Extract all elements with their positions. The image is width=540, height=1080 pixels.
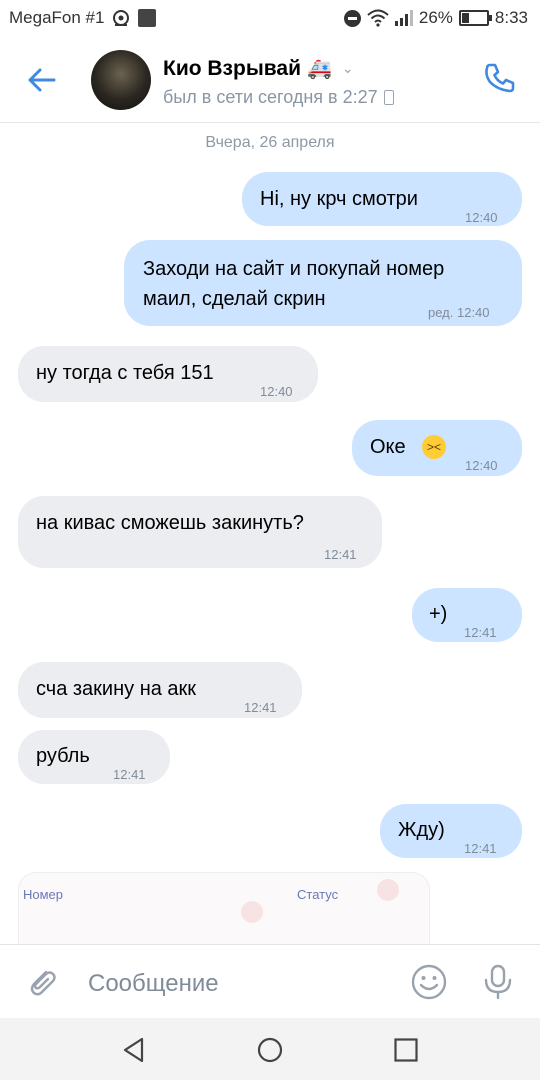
outgoing-message[interactable]: +) 12:41: [412, 588, 522, 642]
attachment-blot: [377, 879, 399, 901]
message-list[interactable]: Вчера, 26 апреля Hi, ну крч смотри 12:40…: [0, 122, 540, 944]
message-time: 12:40: [465, 458, 498, 473]
image-attachment[interactable]: Номер Статус: [18, 872, 430, 944]
system-nav-bar: [0, 1018, 540, 1080]
contact-title[interactable]: Кио Взрывай 🚑 ⌄: [163, 56, 354, 81]
message-text: +): [429, 603, 448, 625]
do-not-disturb-icon: [343, 9, 361, 27]
paperclip-icon[interactable]: [24, 963, 60, 999]
outgoing-message[interactable]: Жду) 12:41: [380, 804, 522, 858]
message-time: 12:41: [244, 700, 277, 715]
nav-back-icon[interactable]: [120, 1036, 148, 1064]
ambulance-emoji: 🚑: [306, 58, 332, 80]
message-text: Оке: [370, 436, 406, 458]
message-text: Жду): [398, 819, 445, 841]
online-status-text: был в сети сегодня в 2:27: [163, 87, 378, 107]
message-time: 12:41: [113, 767, 146, 782]
carrier-name: MegaFon #1: [9, 8, 105, 27]
online-status: был в сети сегодня в 2:27: [163, 87, 394, 108]
chevron-down-icon: ⌄: [341, 60, 354, 76]
status-bar: MegaFon #1 26% 8:33: [0, 0, 540, 36]
attachment-blot: [241, 901, 263, 923]
battery-percent: 26%: [418, 8, 453, 27]
incoming-message[interactable]: ну тогда с тебя 151 12:40: [18, 346, 318, 402]
message-composer: [0, 944, 540, 1019]
avatar[interactable]: [91, 50, 151, 110]
incoming-message[interactable]: рубль 12:41: [18, 730, 170, 784]
phone-call-icon[interactable]: [482, 60, 518, 96]
nav-home-icon[interactable]: [256, 1036, 284, 1064]
smiley-icon[interactable]: [410, 963, 448, 1001]
message-text: ну тогда с тебя 151: [36, 362, 214, 384]
message-time: 12:40: [465, 210, 498, 225]
attachment-column-number: Номер: [23, 887, 64, 902]
message-time: 12:41: [464, 841, 497, 856]
incoming-message[interactable]: на кивас сможешь закинуть? 12:41: [18, 496, 382, 568]
chat-header: Кио Взрывай 🚑 ⌄ был в сети сегодня в 2:2…: [0, 36, 540, 123]
attachment-column-status: Статус: [297, 887, 339, 902]
outgoing-message[interactable]: Hi, ну крч смотри 12:40: [242, 172, 522, 226]
message-time: 12:41: [324, 547, 357, 562]
message-text: сча закину на акк: [36, 678, 197, 700]
grinning-squinting-face-icon: ><: [422, 435, 446, 459]
message-text: Hi, ну крч смотри: [260, 188, 418, 210]
wifi-icon: [367, 9, 389, 27]
clock: 8:33: [494, 8, 528, 27]
battery-icon: [458, 10, 492, 26]
nav-recent-apps-icon[interactable]: [392, 1036, 420, 1064]
microphone-icon[interactable]: [480, 963, 516, 1001]
message-time: 12:40: [260, 384, 293, 399]
message-time: 12:41: [464, 625, 497, 640]
app-notification-icon: [138, 9, 157, 27]
message-text-line2: маил, сделай скрин: [143, 288, 326, 310]
message-time: ред. 12:40: [428, 305, 490, 320]
message-input[interactable]: [86, 965, 390, 1003]
message-text: на кивас сможешь закинуть?: [36, 512, 304, 534]
incoming-message[interactable]: сча закину на акк 12:41: [18, 662, 302, 718]
outgoing-message[interactable]: Оке >< 12:40: [352, 420, 522, 476]
notification-icon: [113, 10, 130, 26]
signal-icon: [394, 10, 413, 26]
back-arrow-icon[interactable]: [24, 62, 60, 98]
message-text: рубль: [36, 745, 90, 767]
date-separator: Вчера, 26 апреля: [205, 134, 335, 151]
contact-name: Кио Взрывай: [163, 56, 301, 80]
message-text-line1: Заходи на сайт и покупай номер: [143, 258, 445, 280]
outgoing-message[interactable]: Заходи на сайт и покупай номер маил, сде…: [124, 240, 522, 326]
mobile-device-icon: [383, 90, 394, 105]
